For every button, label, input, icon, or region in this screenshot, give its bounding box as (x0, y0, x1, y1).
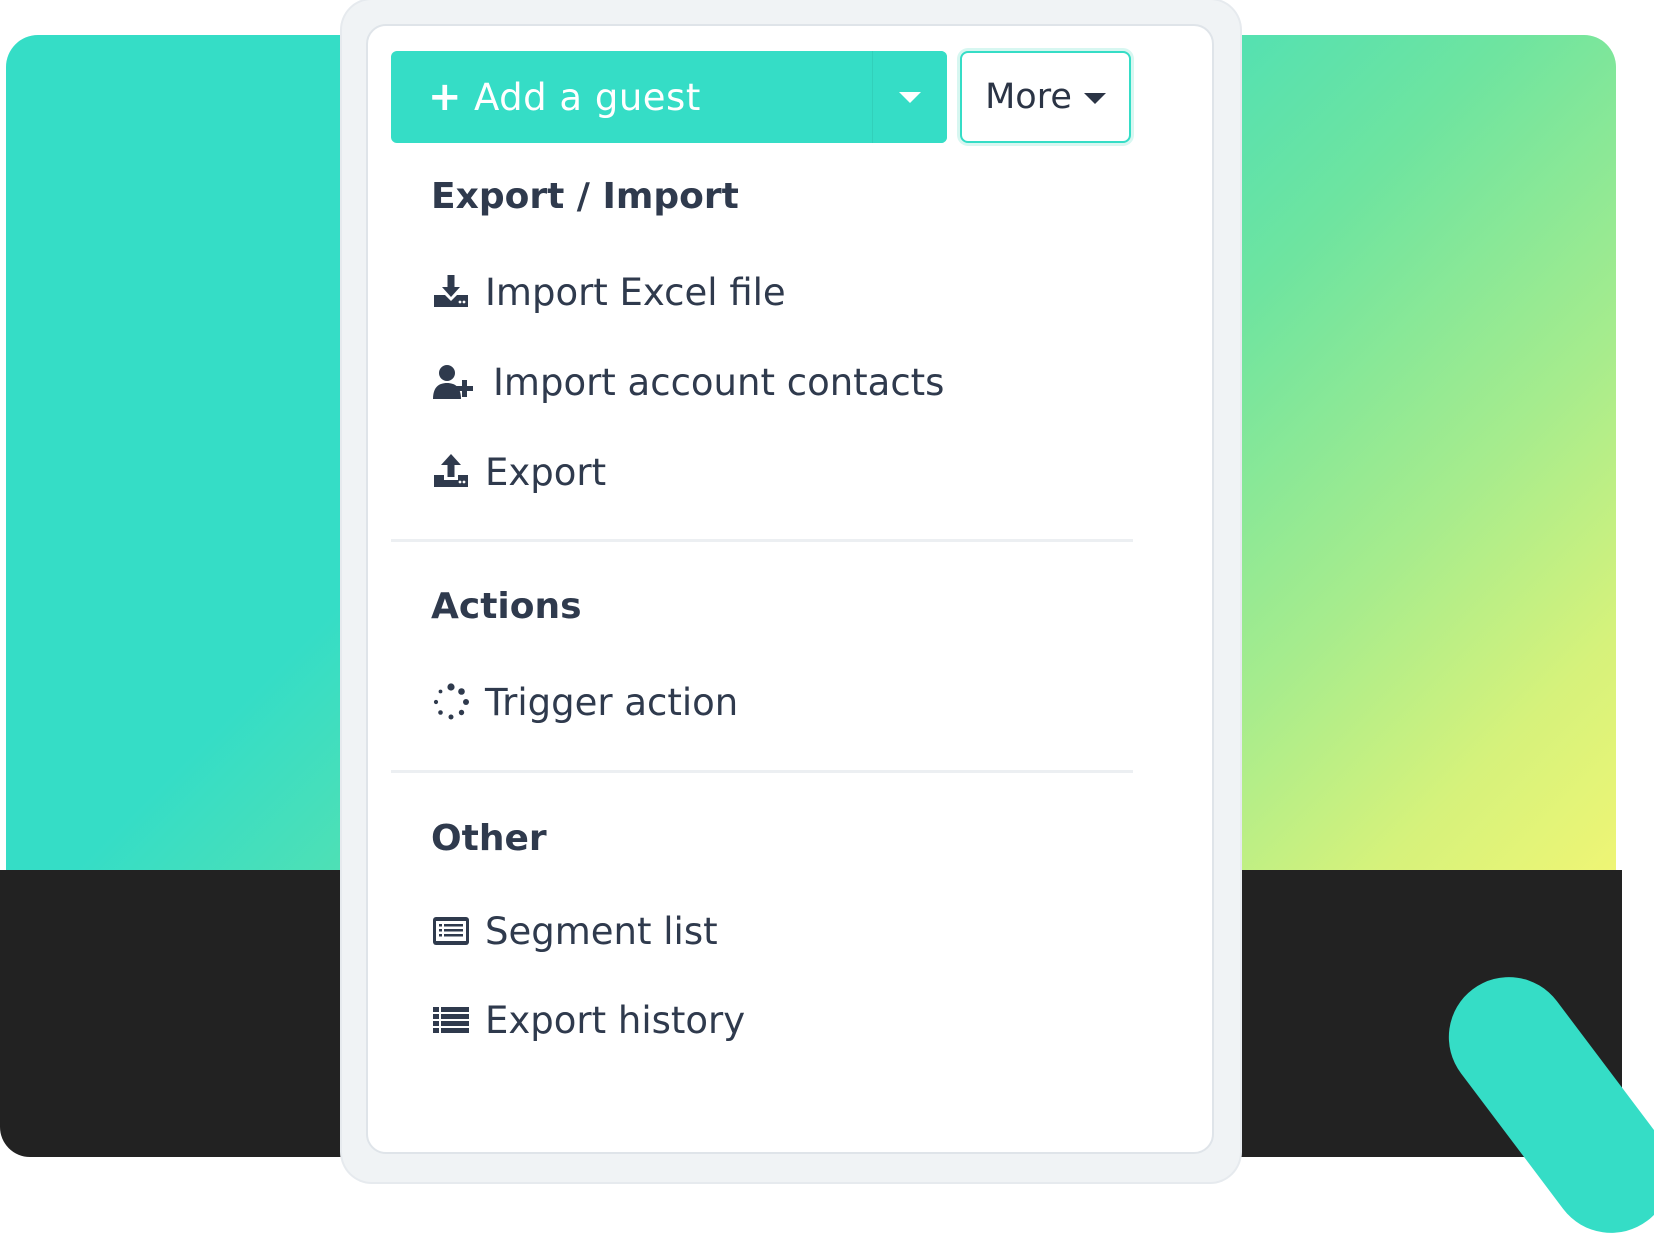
caret-down-icon (1083, 92, 1106, 104)
menu-item-label: Export (485, 450, 607, 494)
menu-item-label: Export history (485, 998, 746, 1042)
menu-item-label: Import account contacts (493, 360, 945, 404)
section-header-actions: Actions (431, 586, 582, 627)
section-header-other: Other (431, 818, 547, 859)
menu-item-label: Segment list (485, 909, 718, 953)
add-guest-dropdown-toggle[interactable] (872, 51, 947, 143)
list-icon (431, 1000, 471, 1040)
more-button[interactable]: More (960, 51, 1131, 143)
add-guest-button[interactable]: + Add a guest (391, 51, 872, 143)
menu-divider (391, 770, 1133, 773)
add-guest-label: Add a guest (474, 75, 701, 119)
menu-item-segment-list[interactable]: Segment list (431, 901, 718, 961)
spinner-icon (431, 682, 471, 722)
menu-item-import-excel-file[interactable]: Import Excel file (431, 262, 786, 322)
menu-item-label: Trigger action (485, 680, 739, 724)
menu-item-trigger-action[interactable]: Trigger action (431, 672, 738, 732)
section-header-export-import: Export / Import (431, 176, 739, 217)
dropdown-card: + Add a guest More Export / Import Impor… (366, 24, 1214, 1154)
user-plus-icon (431, 362, 479, 402)
menu-item-export-history[interactable]: Export history (431, 990, 745, 1050)
menu-item-import-account-contacts[interactable]: Import account contacts (431, 352, 944, 412)
menu-divider (391, 539, 1133, 542)
menu-item-export[interactable]: Export (431, 442, 606, 502)
menu-item-label: Import Excel file (485, 270, 786, 314)
upload-tray-icon (431, 452, 471, 492)
plus-icon: + (428, 74, 463, 120)
add-guest-split-button: + Add a guest (391, 51, 947, 143)
download-tray-icon (431, 272, 471, 312)
dropdown-card-frame: + Add a guest More Export / Import Impor… (342, 0, 1240, 1182)
list-card-icon (431, 911, 471, 951)
more-label: More (985, 77, 1072, 117)
caret-down-icon (899, 91, 921, 103)
